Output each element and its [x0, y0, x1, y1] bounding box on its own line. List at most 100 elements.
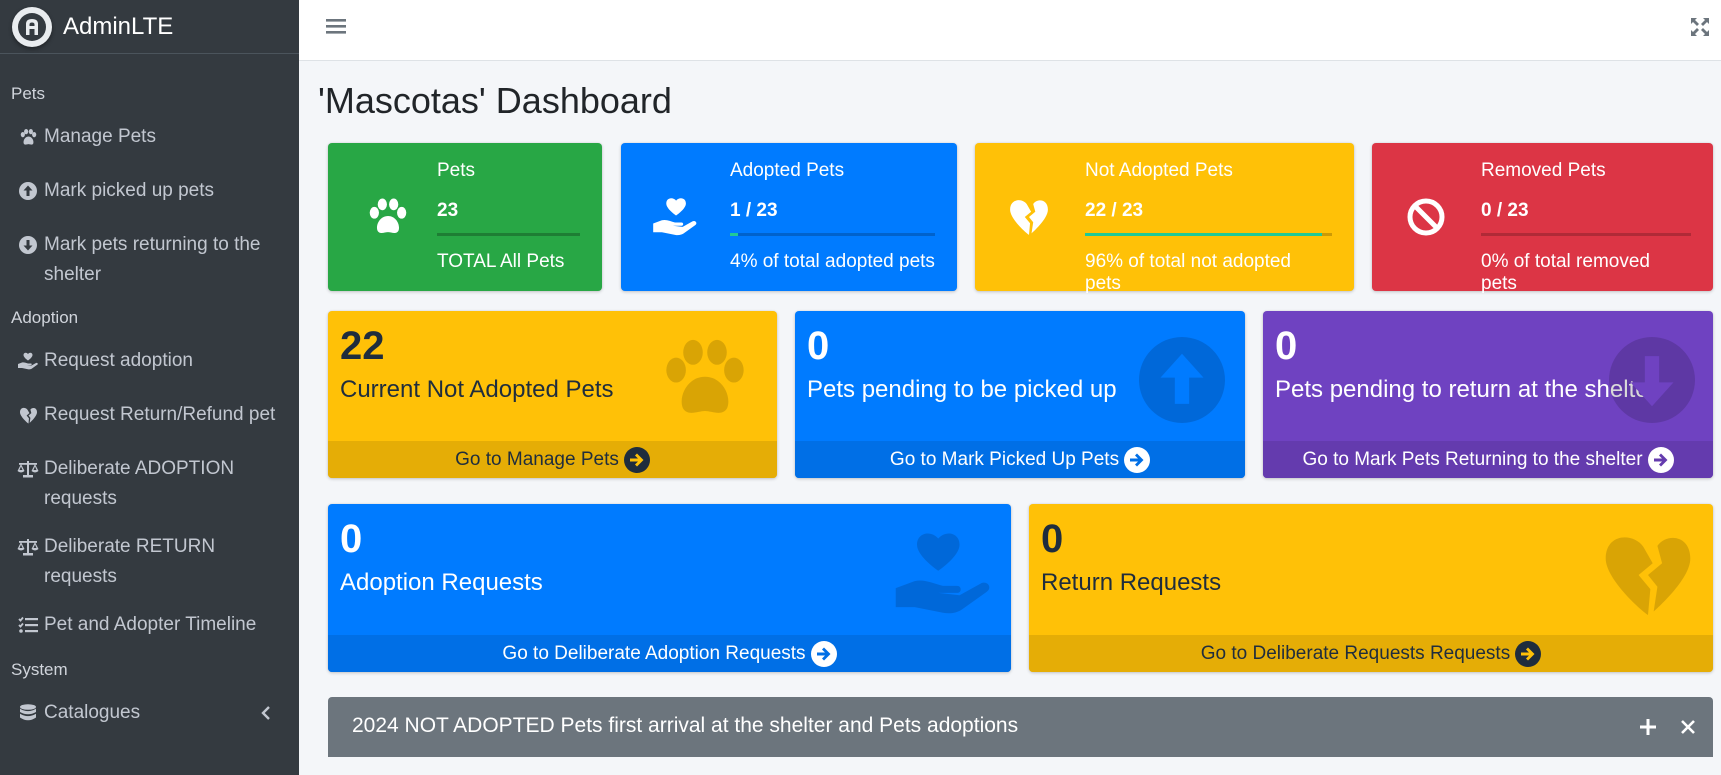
- info-box-description: 0% of total removed pets: [1481, 251, 1650, 294]
- hand-holding-heart-icon: [16, 346, 40, 376]
- go-to-mark-returning-link[interactable]: Go to Mark Pets Returning to the shelter: [1263, 441, 1713, 478]
- info-box-content: Not Adopted Pets 22 / 23 96% of total no…: [1085, 143, 1332, 295]
- arrow-circle-right-icon: [623, 446, 650, 473]
- small-box-pending-pickup: 0 Pets pending to be picked up Go to Mar…: [795, 311, 1245, 478]
- chart-card-header: 2024 NOT ADOPTED Pets first arrival at t…: [328, 697, 1713, 757]
- tasks-icon: [16, 610, 40, 640]
- small-box-footer-label: Go to Deliberate Adoption Requests: [502, 642, 806, 664]
- info-box-content: Adopted Pets 1 / 23 4% of total adopted …: [730, 143, 935, 273]
- fullscreen-expand-icon[interactable]: [1689, 16, 1713, 40]
- brand-logo: [12, 6, 52, 47]
- progress-bar: [1481, 233, 1691, 236]
- sidebar-item-mark-picked-up[interactable]: Mark picked up pets: [0, 176, 299, 206]
- card-tools: [1637, 716, 1699, 738]
- info-box-adopted-pets: Adopted Pets 1 / 23 4% of total adopted …: [621, 143, 957, 291]
- sidebar-item-label: Request adoption: [44, 350, 193, 371]
- sidebar-item-manage-pets[interactable]: Manage Pets: [0, 122, 299, 152]
- sidebar-item-request-return[interactable]: Request Return/Refund pet: [0, 400, 299, 430]
- hand-holding-heart-icon: [647, 189, 703, 245]
- sidebar-item-label: Catalogues: [44, 702, 141, 723]
- sidebar-item-label: Deliberate ADOPTION requests: [44, 458, 235, 509]
- progress-bar: [1085, 233, 1332, 236]
- heart-broken-icon: [1601, 532, 1695, 623]
- small-box-footer-label: Go to Manage Pets: [455, 448, 619, 470]
- sidebar-item-timeline[interactable]: Pet and Adopter Timeline: [0, 610, 299, 640]
- progress-bar: [730, 233, 935, 236]
- arrow-circle-up-icon: [1139, 337, 1225, 428]
- chevron-left-icon: [261, 698, 271, 730]
- progress-fill: [730, 233, 739, 236]
- small-box-footer-label: Go to Mark Picked Up Pets: [889, 448, 1120, 470]
- sidebar-item-deliberate-return[interactable]: Deliberate RETURN requests: [0, 532, 299, 592]
- arrow-circle-down-icon: [16, 230, 40, 260]
- balance-scale-icon: [16, 454, 40, 484]
- nav-header-adoption: Adoption: [11, 308, 79, 327]
- sidebar-item-label: Pet and Adopter Timeline: [44, 614, 257, 635]
- arrow-circle-right-icon: [1124, 446, 1151, 473]
- info-box-number: 23: [437, 200, 459, 221]
- info-box-not-adopted-pets: Not Adopted Pets 22 / 23 96% of total no…: [975, 143, 1354, 294]
- go-to-manage-pets-link[interactable]: Go to Manage Pets: [328, 441, 777, 478]
- sidebar-item-label: Deliberate RETURN requests: [44, 536, 216, 587]
- sidebar-item-label: Mark pets returning to the shelter: [44, 234, 261, 285]
- small-box-pending-return: 0 Pets pending to return at the shelter …: [1263, 311, 1713, 478]
- sidebar-item-label: Request Return/Refund pet: [44, 404, 276, 425]
- small-box-footer-label: Go to Deliberate Requests Requests: [1200, 642, 1511, 664]
- info-box-label: Removed Pets: [1481, 160, 1606, 181]
- sidebar-item-mark-returning[interactable]: Mark pets returning to the shelter: [0, 230, 299, 290]
- info-box-label: Adopted Pets: [730, 160, 845, 181]
- database-icon: [16, 698, 40, 728]
- info-box-removed-pets: Removed Pets 0 / 23 0% of total removed …: [1372, 143, 1713, 294]
- info-box-number: 0 / 23: [1481, 200, 1529, 221]
- info-box-pets: Pets 23 TOTAL All Pets: [328, 143, 602, 291]
- brand-text: AdminLTE: [63, 12, 174, 40]
- arrow-circle-up-icon: [16, 176, 40, 206]
- sidebar-item-catalogues[interactable]: Catalogues: [0, 698, 299, 728]
- paw-icon: [360, 189, 416, 245]
- arrow-circle-down-icon: [1609, 337, 1695, 428]
- info-box-label: Not Adopted Pets: [1085, 160, 1233, 181]
- sidebar-item-deliberate-adoption[interactable]: Deliberate ADOPTION requests: [0, 454, 299, 514]
- progress-fill: [437, 233, 580, 236]
- arrow-circle-right-icon: [1515, 640, 1542, 667]
- sidebar-item-label: Mark picked up pets: [44, 180, 215, 201]
- arrow-circle-right-icon: [810, 640, 837, 667]
- info-box-label: Pets: [437, 160, 476, 181]
- info-box-content: Removed Pets 0 / 23 0% of total removed …: [1481, 143, 1691, 295]
- hand-holding-heart-icon: [891, 528, 995, 625]
- info-box-number: 1 / 23: [730, 200, 778, 221]
- paw-icon: [659, 339, 751, 424]
- go-to-deliberate-adoption-link[interactable]: Go to Deliberate Adoption Requests: [328, 635, 1011, 672]
- card-title: 2024 NOT ADOPTED Pets first arrival at t…: [352, 714, 1019, 737]
- heart-broken-icon: [1001, 189, 1057, 245]
- sidebar-item-label: Manage Pets: [44, 126, 156, 147]
- small-box-adoption-requests: 0 Adoption Requests Go to Deliberate Ado…: [328, 504, 1011, 672]
- go-to-mark-picked-up-link[interactable]: Go to Mark Picked Up Pets: [795, 441, 1245, 478]
- arrow-circle-right-icon: [1647, 446, 1674, 473]
- top-navbar: [299, 0, 1721, 61]
- small-box-footer-label: Go to Mark Pets Returning to the shelter: [1302, 448, 1643, 470]
- progress-fill: [1085, 233, 1323, 236]
- nav-header-pets: Pets: [11, 84, 46, 103]
- small-box-not-adopted: 22 Current Not Adopted Pets Go to Manage…: [328, 311, 777, 478]
- paw-icon: [16, 122, 40, 152]
- close-icon[interactable]: [1677, 716, 1699, 738]
- page-title: 'Mascotas' Dashboard: [318, 80, 672, 121]
- small-box-return-requests: 0 Return Requests Go to Deliberate Reque…: [1029, 504, 1713, 672]
- info-box-description: 96% of total not adopted pets: [1085, 251, 1291, 294]
- info-box-description: 4% of total adopted pets: [730, 251, 935, 272]
- hamburger-menu-icon[interactable]: [326, 17, 348, 37]
- expand-plus-icon[interactable]: [1637, 716, 1659, 738]
- sidebar: AdminLTE Pets Manage Pets Mark picked up…: [0, 0, 299, 775]
- heart-broken-icon: [16, 400, 40, 430]
- sidebar-item-request-adoption[interactable]: Request adoption: [0, 346, 299, 376]
- sidebar-nav: Pets Manage Pets Mark picked up pets Mar…: [0, 84, 299, 728]
- nav-header-system: System: [11, 660, 68, 679]
- balance-scale-icon: [16, 532, 40, 562]
- progress-bar: [437, 233, 580, 236]
- info-box-number: 22 / 23: [1085, 200, 1144, 221]
- go-to-deliberate-return-link[interactable]: Go to Deliberate Requests Requests: [1029, 635, 1713, 672]
- info-box-content: Pets 23 TOTAL All Pets: [437, 143, 580, 273]
- brand-link[interactable]: AdminLTE: [0, 0, 299, 54]
- ban-icon: [1398, 189, 1454, 245]
